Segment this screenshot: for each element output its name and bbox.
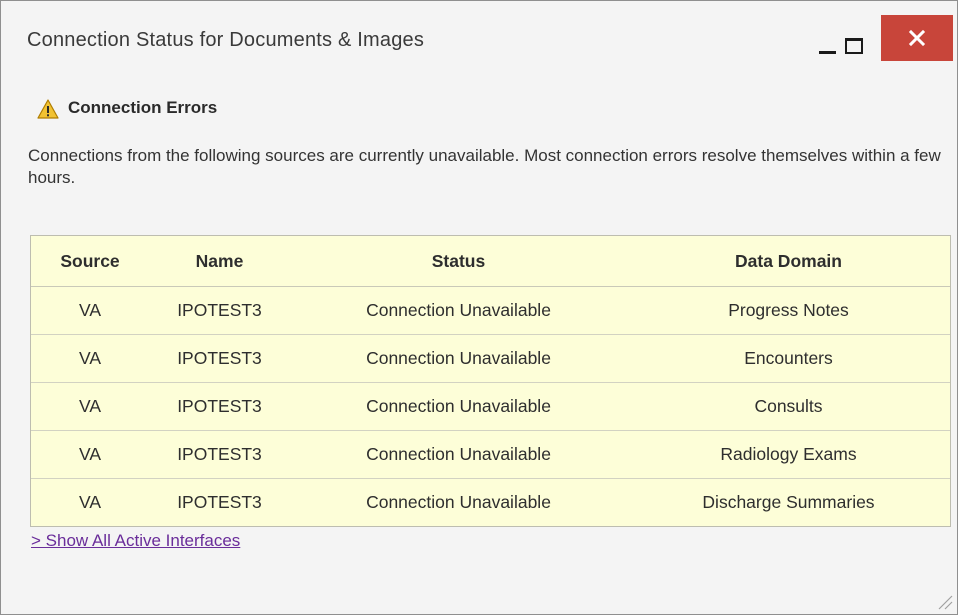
cell-source: VA xyxy=(31,334,149,383)
cell-status: Connection Unavailable xyxy=(290,286,627,335)
table-row: VA IPOTEST3 Connection Unavailable Disch… xyxy=(31,478,950,526)
connection-errors-label: Connection Errors xyxy=(68,98,218,117)
cell-data-domain: Discharge Summaries xyxy=(627,478,950,526)
cell-name: IPOTEST3 xyxy=(149,334,290,383)
show-all-active-interfaces-link[interactable]: > Show All Active Interfaces xyxy=(31,531,240,551)
cell-data-domain: Consults xyxy=(627,382,950,431)
column-header-data-domain: Data Domain xyxy=(627,236,950,287)
cell-name: IPOTEST3 xyxy=(149,382,290,431)
cell-name: IPOTEST3 xyxy=(149,430,290,479)
table-header-row: Source Name Status Data Domain xyxy=(31,236,950,287)
window-title: Connection Status for Documents & Images xyxy=(27,29,425,51)
cell-data-domain: Progress Notes xyxy=(627,286,950,335)
cell-data-domain: Encounters xyxy=(627,334,950,383)
table-row: VA IPOTEST3 Connection Unavailable Radio… xyxy=(31,430,950,479)
error-message: Connections from the following sources a… xyxy=(28,146,941,187)
connection-status-dialog: Connection Status for Documents & Images… xyxy=(0,0,958,615)
cell-data-domain: Radiology Exams xyxy=(627,430,950,479)
cell-status: Connection Unavailable xyxy=(290,478,627,526)
cell-name: IPOTEST3 xyxy=(149,478,290,526)
cell-source: VA xyxy=(31,430,149,479)
connection-table: Source Name Status Data Domain VA IPOTES… xyxy=(30,235,951,527)
resize-grip-icon[interactable] xyxy=(935,592,953,610)
maximize-button[interactable] xyxy=(839,21,879,61)
cell-source: VA xyxy=(31,286,149,335)
minimize-icon xyxy=(819,51,836,54)
close-icon xyxy=(908,29,926,47)
cell-source: VA xyxy=(31,478,149,526)
column-header-status: Status xyxy=(290,236,627,287)
table-row: VA IPOTEST3 Connection Unavailable Consu… xyxy=(31,382,950,431)
cell-source: VA xyxy=(31,382,149,431)
column-header-source: Source xyxy=(31,236,149,287)
cell-status: Connection Unavailable xyxy=(290,430,627,479)
title-bar[interactable]: Connection Status for Documents & Images xyxy=(1,1,957,75)
maximize-icon xyxy=(845,38,863,54)
table-row: VA IPOTEST3 Connection Unavailable Encou… xyxy=(31,334,950,383)
table-row: VA IPOTEST3 Connection Unavailable Progr… xyxy=(31,286,950,335)
cell-name: IPOTEST3 xyxy=(149,286,290,335)
cell-status: Connection Unavailable xyxy=(290,334,627,383)
column-header-name: Name xyxy=(149,236,290,287)
close-button[interactable] xyxy=(881,15,953,61)
warning-icon xyxy=(37,99,59,119)
cell-status: Connection Unavailable xyxy=(290,382,627,431)
